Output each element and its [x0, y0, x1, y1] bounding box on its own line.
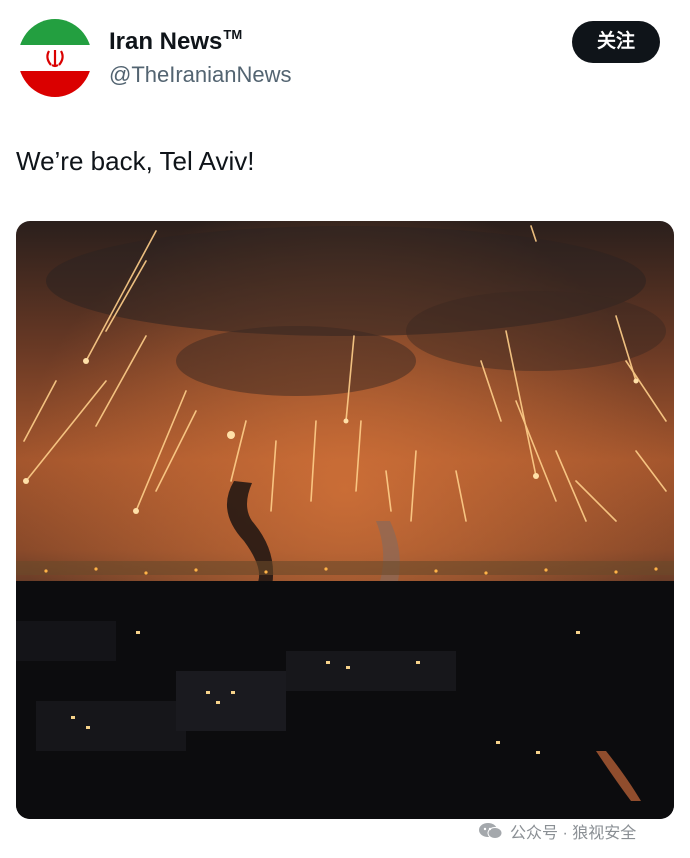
account-name-row[interactable]: Iran News TM: [109, 28, 242, 56]
follow-button[interactable]: 关注: [572, 21, 660, 63]
account-handle[interactable]: @TheIranianNews: [109, 61, 292, 89]
tweet-media-image[interactable]: [16, 221, 674, 819]
account-name[interactable]: Iran News: [109, 28, 222, 56]
night-sky-explosions-photo: [16, 221, 674, 819]
tweet-text: We’re back, Tel Aviv!: [16, 146, 255, 176]
wechat-icon: [479, 823, 503, 839]
avatar[interactable]: [18, 19, 92, 97]
trademark-mark: TM: [223, 27, 243, 42]
iran-emblem-icon: [46, 50, 64, 68]
watermark-text: 公众号 · 狼视安全: [510, 825, 637, 842]
watermark-brand: 公众号 · 狼视安全: [478, 818, 636, 844]
